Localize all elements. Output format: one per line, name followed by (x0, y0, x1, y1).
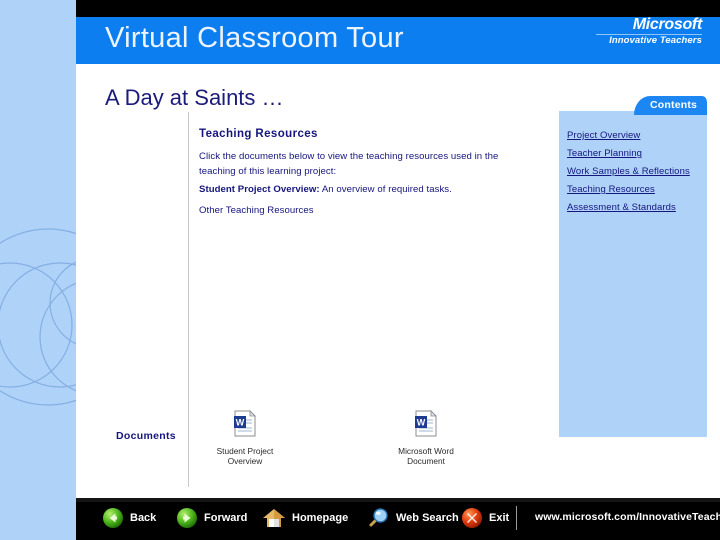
document-student-project-overview[interactable]: W Student Project Overview (190, 410, 300, 466)
left-decor-rail (0, 0, 76, 540)
app-title: Virtual Classroom Tour (105, 22, 404, 54)
exit-button-label: Exit (489, 512, 510, 524)
magnifier-icon (369, 508, 388, 527)
back-arrow-icon (103, 508, 123, 528)
svg-text:W: W (236, 418, 245, 428)
contents-nav-panel: Project Overview Teacher Planning Work S… (559, 111, 707, 437)
document-caption-line1: Student Project (216, 446, 274, 456)
exit-x-icon (462, 508, 482, 528)
content-item-rest: An overview of required tasks. (319, 184, 452, 195)
web-search-button-label: Web Search (396, 512, 459, 524)
bottom-nav-bar: Back Forward Homepage Web Search Exit ww… (76, 498, 720, 540)
documents-label: Documents (116, 430, 176, 442)
bottom-bar-top-strip (76, 498, 720, 502)
content-item-student-project-overview: Student Project Overview: An overview of… (199, 184, 452, 195)
document-caption-line2: Overview (227, 456, 263, 466)
house-icon (263, 509, 285, 527)
nav-link-assessment-standards[interactable]: Assessment & Standards (567, 202, 676, 213)
contents-tab[interactable]: Contents (634, 96, 707, 115)
back-button[interactable]: Back (102, 507, 156, 529)
exit-button[interactable]: Exit (461, 507, 509, 529)
bottom-bar-divider (516, 506, 517, 530)
forward-arrow-icon (177, 508, 197, 528)
forward-button[interactable]: Forward (176, 507, 247, 529)
content-item-other-teaching-resources: Other Teaching Resources (199, 205, 314, 216)
content-heading: Teaching Resources (199, 128, 318, 140)
forward-button-label: Forward (204, 512, 248, 524)
document-caption: Student Project Overview (190, 446, 300, 466)
left-rail-bottom (0, 498, 76, 540)
microsoft-wordmark: Microsoft (632, 16, 703, 33)
content-item-rest: Other Teaching Resources (199, 205, 314, 216)
document-caption-line1: Microsoft Word (398, 446, 454, 456)
microsoft-tagline: Innovative Teachers (609, 35, 702, 46)
nav-link-teaching-resources[interactable]: Teaching Resources (567, 184, 655, 195)
word-document-icon: W (415, 410, 437, 437)
document-caption: Microsoft Word Document (371, 446, 481, 466)
word-document-icon: W (234, 410, 256, 437)
page-title: A Day at Saints … (105, 85, 284, 110)
header-black-band (76, 0, 720, 17)
nav-link-teacher-planning[interactable]: Teacher Planning (567, 148, 642, 159)
slide-canvas: Virtual Classroom Tour Microsoft Innovat… (0, 0, 720, 540)
nav-link-work-samples-reflections[interactable]: Work Samples & Reflections (567, 166, 690, 177)
svg-text:W: W (417, 418, 426, 428)
decorative-circles-icon (0, 228, 76, 406)
homepage-button[interactable]: Homepage (262, 507, 348, 529)
web-search-button[interactable]: Web Search (366, 507, 459, 529)
footer-url: www.microsoft.com/InnovativeTeachers (535, 511, 720, 523)
content-divider (188, 112, 189, 487)
document-caption-line2: Document (407, 456, 445, 466)
back-button-label: Back (130, 512, 157, 524)
contents-tab-label: Contents (650, 99, 698, 111)
content-item-bold: Student Project Overview: (199, 184, 320, 195)
header-corner-mask (570, 0, 720, 17)
document-microsoft-word-document[interactable]: W Microsoft Word Document (371, 410, 481, 466)
microsoft-logo: Microsoft Innovative Teachers (562, 17, 702, 46)
homepage-button-label: Homepage (292, 512, 349, 524)
content-paragraph: Click the documents below to view the te… (199, 151, 499, 177)
nav-link-project-overview[interactable]: Project Overview (567, 130, 640, 141)
